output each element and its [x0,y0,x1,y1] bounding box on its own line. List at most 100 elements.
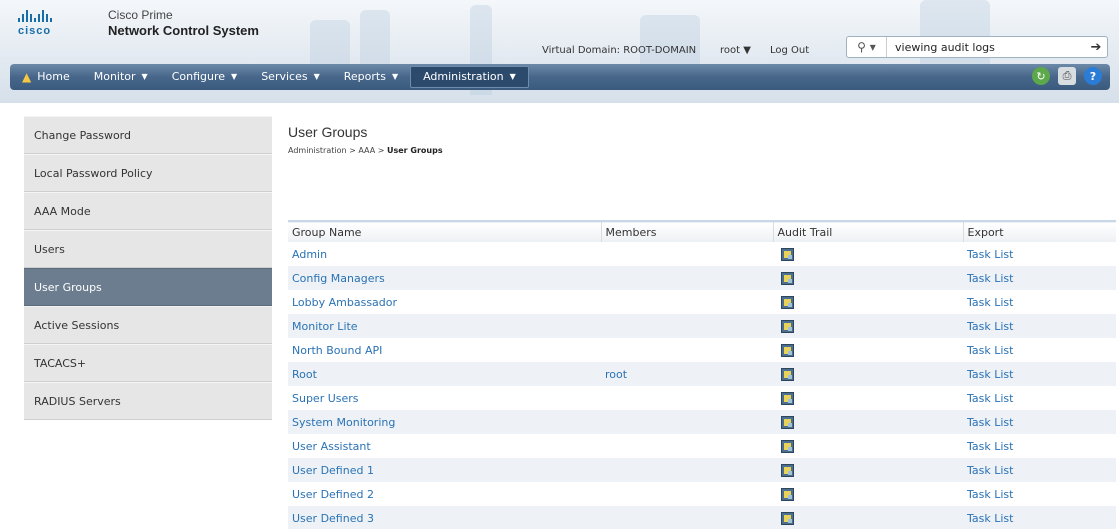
user-groups-table: Group Name Members Audit Trail Export Ad… [288,220,1116,529]
audit-trail-icon[interactable] [781,247,794,261]
members-cell [601,410,773,434]
sidebar-item-aaa-mode[interactable]: AAA Mode [24,192,272,230]
table-row: Config Managers Task List [288,266,1116,290]
table-row: System Monitoring Task List [288,410,1116,434]
task-list-link[interactable]: Task List [967,488,1013,501]
task-list-link[interactable]: Task List [967,440,1013,453]
task-list-link[interactable]: Task List [967,368,1013,381]
audit-trail-icon[interactable] [781,511,794,525]
task-list-link[interactable]: Task List [967,320,1013,333]
group-name-cell: User Defined 1 [288,458,601,482]
task-list-link[interactable]: Task List [967,296,1013,309]
task-list-link[interactable]: Task List [967,416,1013,429]
task-list-link[interactable]: Task List [967,464,1013,477]
breadcrumb: Administration > AAA > User Groups [288,146,1116,155]
audit-trail-cell [773,434,963,458]
audit-trail-icon[interactable] [781,415,794,429]
task-list-link[interactable]: Task List [967,344,1013,357]
nav-monitor[interactable]: Monitor ▼ [82,64,160,90]
task-list-link[interactable]: Task List [967,392,1013,405]
column-header-group-name[interactable]: Group Name [288,221,602,242]
group-name-cell: Super Users [288,386,601,410]
search-box[interactable]: ⚲ ▾ viewing audit logs ➔ [846,36,1108,58]
group-name-link[interactable]: Admin [292,248,327,261]
nav-administration[interactable]: Administration ▼ [410,66,529,88]
sidebar-item-tacacs[interactable]: TACACS+ [24,344,272,382]
nav-home[interactable]: ▲ Home [10,64,82,90]
sidebar-item-radius-servers[interactable]: RADIUS Servers [24,382,272,420]
audit-trail-icon[interactable] [781,295,794,309]
home-icon: ▲ [22,70,32,84]
help-icon[interactable]: ? [1084,67,1102,85]
group-name-link[interactable]: Super Users [292,392,359,405]
sidebar-item-user-groups[interactable]: User Groups [24,268,272,306]
export-cell: Task List [963,482,1116,506]
search-icon[interactable]: ⚲ ▾ [847,37,887,57]
audit-trail-icon[interactable] [781,391,794,405]
members-cell [601,458,773,482]
nav-services-label: Services [261,70,308,83]
chevron-down-icon: ▼ [509,72,516,81]
refresh-icon[interactable]: ↻ [1032,67,1050,85]
members-cell [601,506,773,529]
cisco-logo: cisco [18,10,88,40]
task-list-link[interactable]: Task List [967,248,1013,261]
group-name-link[interactable]: System Monitoring [292,416,395,429]
chevron-down-icon: ▼ [391,72,399,81]
members-cell: root [605,367,628,381]
table-row: User Assistant Task List [288,434,1116,458]
group-name-link[interactable]: Config Managers [292,272,385,285]
audit-trail-icon[interactable] [781,487,794,501]
user-menu[interactable]: root ▼ [720,45,751,56]
table-row: North Bound API Task List [288,338,1116,362]
column-header-members[interactable]: Members [601,221,774,242]
print-icon[interactable]: ⎙ [1058,67,1076,85]
audit-trail-icon[interactable] [781,343,794,357]
audit-trail-cell [773,362,963,386]
nav-reports[interactable]: Reports ▼ [332,64,410,90]
audit-trail-icon[interactable] [781,439,794,453]
export-cell: Task List [963,434,1116,458]
audit-trail-cell [773,290,963,314]
nav-configure[interactable]: Configure ▼ [160,64,249,90]
task-list-link[interactable]: Task List [967,512,1013,525]
group-name-link[interactable]: User Defined 3 [292,512,374,525]
column-header-audit-trail[interactable]: Audit Trail [773,221,964,242]
group-name-link[interactable]: Root [292,368,317,381]
group-name-link[interactable]: Monitor Lite [292,320,358,333]
members-cell [601,266,773,290]
nav-monitor-label: Monitor [93,70,136,83]
group-name-link[interactable]: User Assistant [292,440,371,453]
sidebar-item-local-password-policy[interactable]: Local Password Policy [24,154,272,192]
sidebar-item-change-password[interactable]: Change Password [24,116,272,154]
nav-services[interactable]: Services ▼ [249,64,332,90]
group-name-link[interactable]: User Defined 1 [292,464,374,477]
members-cell [601,434,773,458]
group-name-link[interactable]: Lobby Ambassador [292,296,397,309]
user-groups-table-wrap: Group Name Members Audit Trail Export Ad… [288,220,1116,529]
search-input[interactable]: viewing audit logs [887,41,1085,54]
admin-sidebar: Change Password Local Password Policy AA… [24,116,272,420]
group-name-link[interactable]: User Defined 2 [292,488,374,501]
column-header-export[interactable]: Export [963,221,1116,242]
table-row: Lobby Ambassador Task List [288,290,1116,314]
audit-trail-icon[interactable] [781,367,794,381]
sidebar-item-active-sessions[interactable]: Active Sessions [24,306,272,344]
logout-link[interactable]: Log Out [770,45,809,56]
product-name-line1: Cisco Prime [108,8,173,22]
sidebar-item-users[interactable]: Users [24,230,272,268]
arrow-right-icon[interactable]: ➔ [1085,40,1107,55]
audit-trail-icon[interactable] [781,271,794,285]
members-cell [601,338,773,362]
nav-home-label: Home [37,70,70,83]
group-name-cell: System Monitoring [288,410,601,434]
audit-trail-cell [773,506,963,529]
export-cell: Task List [963,266,1116,290]
task-list-link[interactable]: Task List [967,272,1013,285]
chevron-down-icon: ▼ [141,72,148,81]
audit-trail-icon[interactable] [781,463,794,477]
group-name-link[interactable]: North Bound API [292,344,382,357]
product-name: Cisco Prime Network Control System [108,8,259,38]
audit-trail-icon[interactable] [781,319,794,333]
group-name-cell: User Defined 3 [288,506,601,529]
